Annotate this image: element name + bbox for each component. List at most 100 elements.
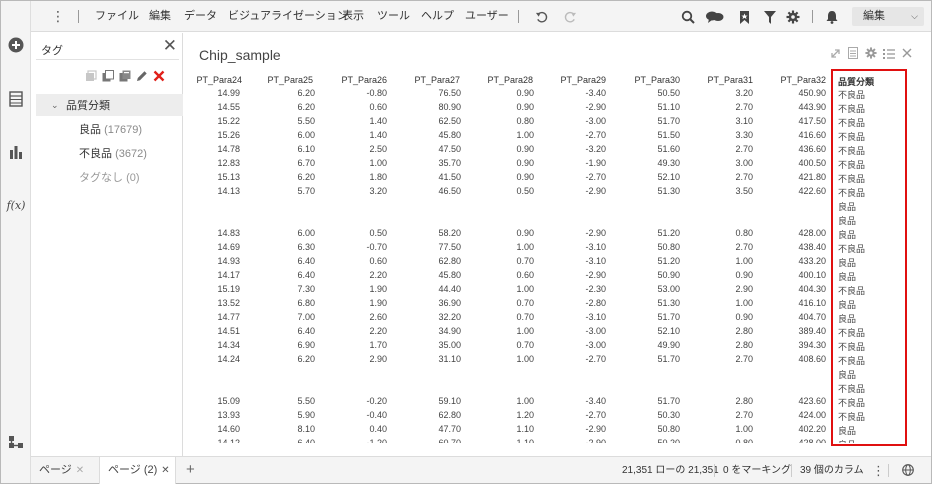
column-header-pt-para30[interactable]: PT_Para30 [620,75,680,85]
table-cell: 6.40 [297,438,315,443]
details-icon[interactable] [847,47,859,59]
table-cell: 2.90 [735,284,753,294]
bar-chart-icon[interactable] [7,143,25,161]
table-cell: 52.10 [657,172,680,182]
column-header-pt-para25[interactable]: PT_Para25 [253,75,313,85]
table-row[interactable]: 12.83 6.70 1.00 35.70 0.90 -1.90 49.30 3.00 400.… [184,157,931,171]
cell-quality-class: 良品 [838,300,857,310]
close-icon[interactable]: ✕ [161,465,169,476]
column-header-pt-para29[interactable]: PT_Para29 [546,75,606,85]
table-row[interactable]: 14.24 6.20 2.90 31.10 1.00 -2.70 51.70 2.70 408.… [184,353,931,367]
maximize-icon[interactable] [829,47,841,59]
table-row[interactable]: 良品 [184,213,931,227]
table-row[interactable]: 13.52 6.80 1.90 36.90 0.70 -2.80 51.30 1.00 416.… [184,297,931,311]
add-icon[interactable] [7,36,25,54]
page-tab-label: ページ [39,464,72,476]
data-table-icon[interactable] [7,90,25,108]
gear-icon[interactable] [785,9,801,25]
tag-item-untagged[interactable]: タグなし (0) [79,172,140,185]
table-cell: 13.52 [217,298,240,308]
comment-icon[interactable] [704,9,724,25]
table-row[interactable]: 14.51 6.40 2.20 34.90 1.00 -3.00 52.10 2.80 389.… [184,325,931,339]
menu-visualization[interactable]: ビジュアライゼーション [228,10,348,23]
table-row[interactable]: 15.22 5.50 1.40 62.50 0.80 -3.00 51.70 3.10 417.… [184,115,931,129]
table-row[interactable]: 13.93 5.90 -0.40 62.80 1.20 -2.70 50.30 2.70 424… [184,409,931,423]
table-row[interactable]: 14.60 8.10 0.40 47.70 1.10 -2.90 50.80 1.00 402.… [184,423,931,437]
menu-tools[interactable]: ツール [377,10,410,23]
legend-icon[interactable] [883,47,895,59]
page-tab-1[interactable]: ページ ✕ [31,457,96,484]
mode-dropdown[interactable]: 編集 ⌵ [852,7,924,26]
menu-edit[interactable]: 編集 [149,10,171,23]
menu-file[interactable]: ファイル [95,10,139,23]
table-row[interactable]: 15.13 6.20 1.80 41.50 0.90 -2.70 52.10 2.70 421.… [184,171,931,185]
table-row[interactable]: 15.26 6.00 1.40 45.80 1.00 -2.70 51.50 3.30 416.… [184,129,931,143]
redo-icon[interactable] [562,9,578,25]
page-tab-label: ページ (2) [108,464,158,476]
table-row[interactable]: 良品 [184,367,931,381]
column-header-pt-para27[interactable]: PT_Para27 [400,75,460,85]
notification-icon[interactable] [824,9,840,25]
copy-tag-icon[interactable] [101,69,114,83]
table-cell: 6.20 [297,354,315,364]
table-row[interactable]: 14.83 6.00 0.50 58.20 0.90 -2.90 51.20 0.80 428.… [184,227,931,241]
table-row[interactable]: 良品 [184,199,931,213]
delete-icon[interactable] [152,69,165,83]
table-row[interactable]: 14.12 6.40 -1.20 60.70 1.10 -2.90 50.20 0.80 428… [184,437,931,443]
table-row[interactable]: 14.77 7.00 2.60 32.20 0.70 -3.10 51.70 0.90 404.… [184,311,931,325]
table-row[interactable]: 14.13 5.70 3.20 46.50 0.50 -2.90 51.30 3.50 422.… [184,185,931,199]
close-icon[interactable]: ✕ [163,36,177,56]
table-row[interactable]: 14.55 6.20 0.60 80.90 0.90 -2.90 51.10 2.70 443.… [184,101,931,115]
table-cell: 0.90 [735,270,753,280]
data-flow-icon[interactable] [7,433,25,451]
menu-help[interactable]: ヘルプ [421,10,454,23]
tag-item-good[interactable]: 良品 (17679) [79,124,142,137]
menu-user[interactable]: ユーザー [465,10,509,23]
table-row[interactable]: 14.93 6.40 0.60 62.80 0.70 -3.10 51.20 1.00 433.… [184,255,931,269]
table-cell: 0.90 [516,228,534,238]
table-cell: 3.20 [735,88,753,98]
menu-data[interactable]: データ [184,10,217,23]
new-collection-icon[interactable] [84,69,97,83]
table-row[interactable]: 14.78 6.10 2.50 47.50 0.90 -3.20 51.60 2.70 436.… [184,143,931,157]
search-icon[interactable] [680,9,696,25]
add-page-icon[interactable]: + [186,461,195,478]
column-header-pt-para32[interactable]: PT_Para32 [766,75,826,85]
gear-icon[interactable] [865,47,877,59]
table-row[interactable]: 15.19 7.30 1.90 44.40 1.00 -2.30 53.00 2.90 404.… [184,283,931,297]
chevron-down-icon[interactable]: ⌄ [51,99,59,112]
table-row[interactable]: 不良品 [184,381,931,395]
tag-collection-icon[interactable] [118,69,131,83]
table-cell: 0.60 [369,256,387,266]
table-row[interactable]: 14.99 6.20 -0.80 76.50 0.90 -3.40 50.50 3.20 450… [184,87,931,101]
table-cell: 404.70 [798,312,826,322]
undo-icon[interactable] [533,9,549,25]
column-header-pt-para26[interactable]: PT_Para26 [327,75,387,85]
close-icon[interactable]: ✕ [76,465,84,476]
column-header-pt-para24[interactable]: PT_Para24 [184,75,242,85]
column-header-pt-para28[interactable]: PT_Para28 [473,75,533,85]
table-cell: -3.20 [585,144,606,154]
menu-view[interactable]: 表示 [342,10,364,23]
function-icon[interactable]: f(x) [7,196,26,214]
table-cell: -3.00 [585,340,606,350]
column-header-pt-para31[interactable]: PT_Para31 [693,75,753,85]
bottom-bar: ページ ✕ ページ (2) ✕ + 21,351 ローの 21,351 0 をマーキ… [31,456,931,484]
more-menu-icon[interactable]: ⋮ [51,8,65,24]
globe-icon[interactable] [902,464,914,479]
table-row[interactable]: 15.09 5.50 -0.20 59.10 1.00 -3.40 51.70 2.80 423… [184,395,931,409]
table-row[interactable]: 14.69 6.30 -0.70 77.50 1.00 -3.10 50.80 2.70 438… [184,241,931,255]
table-row[interactable]: 14.17 6.40 2.20 45.80 0.60 -2.90 50.90 0.90 400.… [184,269,931,283]
edit-icon[interactable] [135,69,148,83]
bookmark-icon[interactable] [736,9,752,25]
table-cell: 1.00 [735,424,753,434]
filter-icon[interactable] [762,9,778,25]
page-tab-2[interactable]: ページ (2) ✕ [99,457,176,484]
close-icon[interactable] [901,47,913,59]
cell-quality-class: 不良品 [838,146,866,156]
visualization-title[interactable]: Chip_sample [199,47,281,63]
table-cell: 0.80 [735,438,753,443]
more-icon[interactable]: ⋮ [872,457,885,484]
tag-item-defective[interactable]: 不良品 (3672) [79,148,147,161]
table-row[interactable]: 14.34 6.90 1.70 35.00 0.70 -3.00 49.90 2.80 394.… [184,339,931,353]
